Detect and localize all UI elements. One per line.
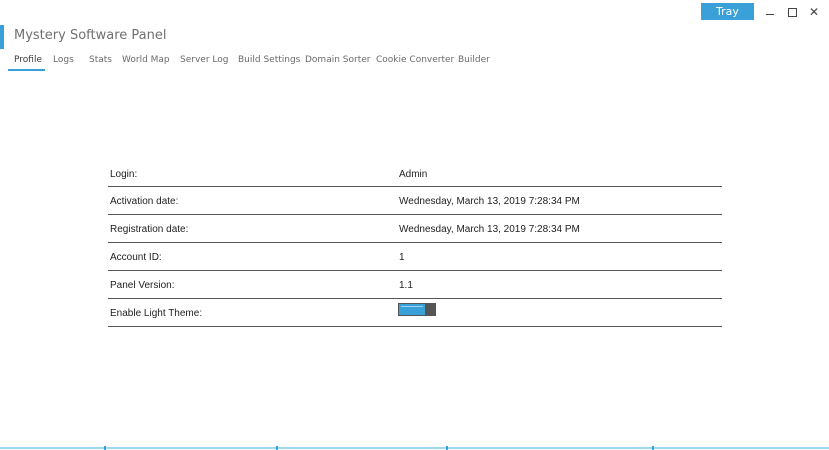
- maximize-button[interactable]: [784, 4, 800, 20]
- tray-button[interactable]: Tray: [701, 3, 754, 20]
- profile-table: Login: Admin Activation date: Wednesday,…: [108, 160, 722, 327]
- bottom-border: [0, 447, 829, 449]
- toggle-knob: [425, 303, 435, 316]
- row-label: Login:: [110, 169, 138, 180]
- title-accent-bar: [0, 25, 4, 49]
- bottom-tick: [104, 446, 106, 450]
- light-theme-toggle[interactable]: [398, 303, 436, 316]
- minimize-icon: [766, 14, 774, 15]
- row-label: Enable Light Theme:: [110, 308, 203, 319]
- table-row: Login: Admin: [108, 160, 722, 187]
- table-row: Registration date: Wednesday, March 13, …: [108, 215, 722, 243]
- tab-world-map[interactable]: World Map: [122, 54, 170, 66]
- maximize-icon: [787, 7, 797, 17]
- row-value: Wednesday, March 13, 2019 7:28:34 PM: [399, 224, 580, 235]
- tab-builder[interactable]: Builder: [458, 54, 490, 66]
- app-title: Mystery Software Panel: [14, 28, 167, 43]
- table-row: Panel Version: 1.1: [108, 271, 722, 299]
- table-row: Activation date: Wednesday, March 13, 20…: [108, 187, 722, 215]
- bottom-tick: [276, 446, 278, 450]
- row-value: 1.1: [399, 280, 413, 291]
- row-label: Panel Version:: [110, 280, 175, 291]
- toggle-track: [401, 306, 423, 313]
- row-label: Activation date:: [110, 196, 179, 207]
- tab-stats[interactable]: Stats: [89, 54, 112, 66]
- minimize-button[interactable]: [762, 4, 778, 20]
- tab-build-settings[interactable]: Build Settings: [238, 54, 300, 66]
- table-row: Account ID: 1: [108, 243, 722, 271]
- tab-domain-sorter[interactable]: Domain Sorter: [305, 54, 370, 66]
- row-label: Account ID:: [110, 252, 162, 263]
- row-label: Registration date:: [110, 224, 189, 235]
- active-tab-indicator: [8, 69, 45, 71]
- close-icon: ✕: [808, 5, 820, 19]
- row-value: 1: [399, 252, 405, 263]
- tab-profile[interactable]: Profile: [14, 54, 42, 66]
- row-value: Wednesday, March 13, 2019 7:28:34 PM: [399, 196, 580, 207]
- tab-server-log[interactable]: Server Log: [180, 54, 228, 66]
- bottom-tick: [652, 446, 654, 450]
- row-value: Admin: [399, 169, 428, 180]
- tab-logs[interactable]: Logs: [53, 54, 74, 66]
- close-button[interactable]: ✕: [806, 4, 822, 20]
- bottom-tick: [446, 446, 448, 450]
- tab-cookie-converter[interactable]: Cookie Converter: [376, 54, 454, 66]
- tab-bar: Profile Logs Stats World Map Server Log …: [0, 54, 829, 74]
